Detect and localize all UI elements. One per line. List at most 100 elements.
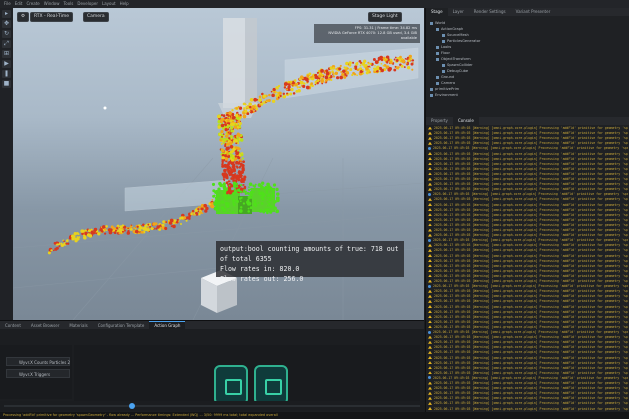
particle — [330, 75, 333, 78]
stage-tree-item[interactable]: SourceMesh — [442, 33, 469, 38]
info-icon — [428, 376, 431, 380]
particle — [86, 233, 91, 237]
warning-icon — [428, 361, 432, 365]
console-row[interactable]: 2025-06-17 09:49:03 [Warning] [omni.grap… — [428, 407, 628, 412]
particle — [230, 173, 232, 175]
particle — [228, 167, 231, 170]
stage-tree-label: ObjectTransform — [441, 57, 471, 61]
particle — [397, 57, 400, 59]
menu-item-tools[interactable]: Tools — [64, 1, 74, 6]
particle — [210, 204, 214, 208]
particle — [410, 62, 414, 66]
particle — [58, 245, 61, 248]
particle — [226, 146, 230, 150]
stage-tree-item[interactable]: ActionGraph — [436, 27, 463, 32]
particle — [224, 144, 227, 148]
particle — [261, 194, 265, 198]
tab-layer[interactable]: Layer — [448, 8, 469, 16]
menu-item-create[interactable]: Create — [26, 1, 39, 6]
settings-button[interactable]: ⚙ — [17, 12, 30, 22]
particle — [234, 172, 237, 176]
particle — [220, 123, 225, 128]
particle — [253, 202, 257, 206]
stage-tree-item[interactable]: Environment — [430, 93, 458, 98]
menu-item-layout[interactable]: Layout — [102, 1, 116, 6]
graph-list-item[interactable]: Wyvr.X Triggers — [6, 369, 70, 378]
tab-stage[interactable]: Stage — [426, 8, 448, 16]
stage-tree-item[interactable]: DebugCube — [442, 69, 468, 74]
console-message: 2025-06-17 09:49:03 [Warning] [omni.grap… — [434, 345, 628, 350]
stage-tree-label: World — [435, 21, 446, 25]
particle — [275, 187, 279, 192]
warning-icon — [428, 243, 432, 247]
timeline[interactable] — [0, 401, 424, 411]
tab-content[interactable]: Content — [0, 322, 26, 330]
stage-tree-item[interactable]: Looks — [436, 45, 451, 50]
particle — [296, 86, 299, 89]
camera-button[interactable]: Camera — [83, 12, 109, 22]
tab-action-graph[interactable]: Action Graph — [149, 321, 186, 330]
stage-tree-item[interactable]: Floor — [436, 51, 450, 56]
particle — [242, 114, 247, 119]
particle — [330, 79, 333, 81]
info-icon — [428, 146, 431, 150]
particle — [226, 201, 229, 204]
tab-asset-browser[interactable]: Asset Browser — [26, 322, 64, 330]
warning-icon — [428, 213, 432, 217]
stage-tree-item[interactable]: primitivePrim — [430, 87, 459, 92]
warning-icon — [428, 391, 432, 395]
menu-item-window[interactable]: Window — [44, 1, 60, 6]
menu-item-file[interactable]: File — [4, 1, 11, 6]
menu-item-edit[interactable]: Edit — [15, 1, 23, 6]
tab-console[interactable]: Console — [452, 117, 479, 125]
stage-tree-item[interactable]: ParticlesGenerator — [442, 39, 480, 44]
graph-node-right[interactable] — [254, 365, 288, 405]
particle — [282, 92, 285, 95]
tab-materials[interactable]: Materials — [64, 322, 92, 330]
stage-tree-item[interactable]: ObjectTransform — [436, 57, 471, 62]
particle — [345, 61, 349, 66]
tab-variant-presenter[interactable]: Variant Presenter — [511, 8, 556, 16]
select-tool-icon[interactable]: ▸ — [2, 10, 11, 18]
tab-render-settings[interactable]: Render Settings — [469, 8, 511, 16]
particle — [220, 142, 223, 145]
stage-tree-item[interactable]: SpawnCollider — [442, 63, 473, 68]
particle — [258, 191, 262, 196]
graph-node-left[interactable] — [214, 365, 248, 405]
menu-item-help[interactable]: Help — [120, 1, 129, 6]
scale-tool-icon[interactable]: ⤢ — [2, 40, 11, 48]
prim-icon — [442, 69, 445, 73]
menu-item-developer[interactable]: Developer — [77, 1, 98, 6]
snap-tool-icon[interactable]: ⊞ — [2, 50, 11, 58]
stage-light-button[interactable]: Stage Light — [368, 12, 402, 22]
console-message: 2025-06-17 09:49:03 [Warning] [omni.grap… — [434, 335, 628, 340]
warning-icon — [428, 294, 432, 298]
pause-icon[interactable]: ❚ — [2, 70, 11, 78]
particle — [288, 89, 291, 91]
rotate-tool-icon[interactable]: ↻ — [2, 30, 11, 38]
stage-tree-item[interactable]: Camera — [436, 81, 455, 86]
move-tool-icon[interactable]: ✥ — [2, 20, 11, 28]
warning-icon — [428, 172, 432, 176]
particle — [228, 186, 232, 190]
particle — [405, 62, 408, 65]
particle — [399, 55, 402, 59]
console-message: 2025-06-17 09:49:03 [Warning] [omni.grap… — [434, 386, 628, 391]
stop-icon[interactable]: ■ — [2, 80, 11, 88]
render-mode-button[interactable]: RTX - Real-Time — [30, 12, 74, 22]
tab-property[interactable]: Property — [426, 117, 453, 125]
particle — [229, 189, 232, 192]
particle — [369, 62, 372, 66]
tab-configuration-template[interactable]: Configuration Template — [93, 322, 150, 330]
3d-viewport[interactable]: ⚙ RTX - Real-Time Camera Stage Light FPS… — [13, 8, 424, 320]
warning-icon — [428, 152, 432, 155]
particle — [352, 61, 355, 64]
particle — [269, 210, 273, 214]
stage-tree-label: ParticlesGenerator — [447, 39, 481, 43]
particle — [243, 189, 246, 191]
stage-tree-item[interactable]: World — [430, 21, 445, 26]
graph-list-item[interactable]: Wyvr.X Counts Particles 2 — [6, 357, 70, 366]
stage-tree-item[interactable]: Ground — [436, 75, 454, 80]
particle — [221, 163, 224, 166]
play-icon[interactable]: ▶ — [2, 60, 11, 68]
